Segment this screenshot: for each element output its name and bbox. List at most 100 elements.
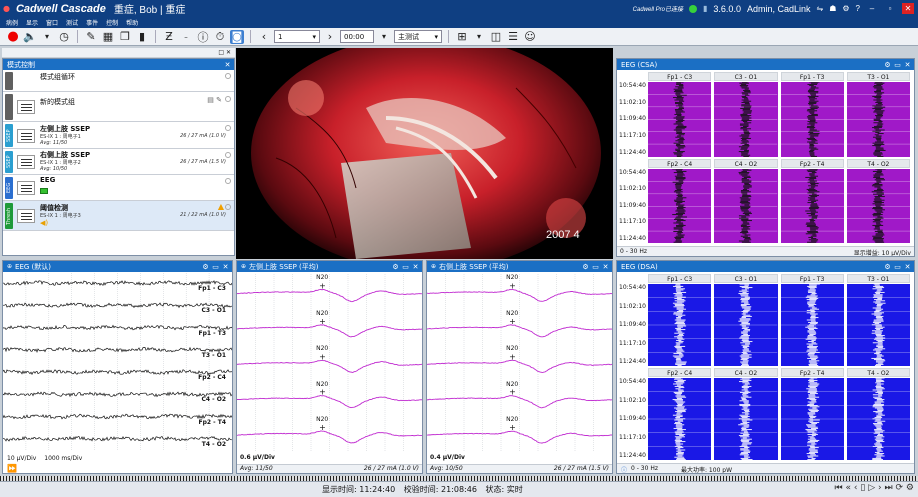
csa-channel-plot[interactable] <box>846 81 910 157</box>
n20-marker-icon[interactable]: + <box>509 423 516 432</box>
help-icon[interactable]: ? <box>856 4 860 13</box>
n20-marker-icon[interactable]: + <box>319 388 326 397</box>
mode-status-dot-icon[interactable] <box>225 178 231 184</box>
csa-channel-plot[interactable] <box>780 168 844 244</box>
close-panel-icon[interactable]: ✕ <box>412 263 419 271</box>
speaker-muted-icon[interactable]: 🔈 <box>23 30 37 44</box>
mode-status-dot-icon[interactable] <box>225 204 231 210</box>
csa-channel-plot[interactable] <box>780 81 844 157</box>
restore-icon[interactable]: ▭ <box>402 263 409 271</box>
step-back-icon[interactable]: ‹ <box>854 483 858 493</box>
history-clock-icon[interactable]: ◷ <box>57 30 71 44</box>
csa-channel-plot[interactable] <box>780 377 844 461</box>
settings-gear-icon[interactable]: ⚙ <box>582 263 589 271</box>
page-select[interactable]: 1 ▾ <box>274 30 320 43</box>
csa-channel-plot[interactable] <box>780 283 844 367</box>
mode-status-dot-icon[interactable] <box>225 125 231 131</box>
restore-icon[interactable]: ▭ <box>894 263 901 271</box>
settings-gear-icon[interactable]: ⚙ <box>884 61 891 69</box>
user-chat-icon[interactable]: ☺ <box>523 30 537 44</box>
menu-window[interactable]: 窗口 <box>46 18 58 27</box>
restore-icon[interactable]: ▭ <box>212 263 219 271</box>
mode-tools-icon[interactable]: ▤ ✎ <box>207 96 222 104</box>
stopwatch-icon[interactable]: ⏱ <box>213 30 227 44</box>
mode-row-cycle[interactable]: 模式组循环 <box>3 70 234 92</box>
n20-marker-icon[interactable]: + <box>319 423 326 432</box>
settings-gear-icon[interactable]: ⚙ <box>392 263 399 271</box>
info-icon[interactable]: ⓘ <box>196 30 210 44</box>
prev-page-icon[interactable]: ‹ <box>257 30 271 44</box>
close-window-icon[interactable]: ✕ <box>902 3 914 14</box>
mode-row-eeg[interactable]: EEG EEG <box>3 175 234 201</box>
csa-channel-plot[interactable] <box>714 283 778 367</box>
n20-marker-icon[interactable]: + <box>509 317 516 326</box>
dock-pin-icon[interactable]: □ ✕ <box>218 49 231 56</box>
mode-row-new-group[interactable]: 新的模式组 ▤ ✎ <box>3 92 234 122</box>
keyboard-icon[interactable]: ▦ <box>101 30 115 44</box>
fast-forward-icon[interactable]: ⏩ <box>7 464 17 473</box>
skip-start-icon[interactable]: ⏮ <box>835 483 843 493</box>
n20-marker-icon[interactable]: + <box>319 352 326 361</box>
settings-gear-icon[interactable]: ⚙ <box>884 263 891 271</box>
add-window-icon[interactable]: ⊞ <box>455 30 469 44</box>
layout-split-icon[interactable]: ◫ <box>489 30 503 44</box>
menu-case[interactable]: 病例 <box>6 18 18 27</box>
list-view-icon[interactable]: ☰ <box>506 30 520 44</box>
info-icon[interactable]: ⓘ <box>621 465 627 473</box>
menu-test[interactable]: 测试 <box>66 18 78 27</box>
settings-gear-icon[interactable]: ⚙ <box>202 263 209 271</box>
csa-channel-plot[interactable] <box>846 283 910 367</box>
minimize-icon[interactable]: – <box>866 3 878 14</box>
mode-row-threshold[interactable]: Thresh 阈值检测 ES-IX 1 : 周电子3 ◀) 21 / 22 mA… <box>3 201 234 231</box>
mode-status-dot-icon[interactable] <box>225 73 231 79</box>
camera-icon[interactable]: ◙ <box>230 29 244 44</box>
record-icon[interactable]: ● <box>6 29 20 44</box>
impedance-icon[interactable]: Ƶ <box>162 30 176 44</box>
menu-display[interactable]: 显示 <box>26 18 38 27</box>
restore-icon[interactable]: ▭ <box>592 263 599 271</box>
maximize-icon[interactable]: ▫ <box>884 3 896 14</box>
close-panel-icon[interactable]: ✕ <box>224 61 231 69</box>
network-icon[interactable]: ⇋ <box>817 4 824 13</box>
csa-channel-plot[interactable] <box>846 168 910 244</box>
play-icon[interactable]: ▷ <box>868 483 875 493</box>
rewind-icon[interactable]: « <box>846 483 852 493</box>
csa-channel-plot[interactable] <box>648 81 712 157</box>
time-dropdown-icon[interactable]: ▾ <box>377 30 391 44</box>
settings-gear-icon[interactable]: ⚙ <box>906 483 914 493</box>
restore-icon[interactable]: ▭ <box>894 61 901 69</box>
ssep-trace-area[interactable]: + + + + + <box>237 274 422 451</box>
surgical-video-panel[interactable]: 2007 4 <box>236 48 613 259</box>
speaker-icon[interactable]: ◀) <box>40 219 48 227</box>
n20-marker-icon[interactable]: + <box>319 281 326 290</box>
mode-status-dot-icon[interactable] <box>225 152 231 158</box>
edit-notes-icon[interactable]: ✎ <box>84 30 98 44</box>
menu-event[interactable]: 事件 <box>86 18 98 27</box>
csa-channel-plot[interactable] <box>714 377 778 461</box>
copy-windows-icon[interactable]: ❐ <box>118 30 132 44</box>
close-panel-icon[interactable]: ✕ <box>904 61 911 69</box>
amplifier-icon[interactable]: ▮ <box>135 30 149 44</box>
csa-channel-plot[interactable] <box>714 81 778 157</box>
close-panel-icon[interactable]: ✕ <box>904 263 911 271</box>
close-panel-icon[interactable]: ✕ <box>222 263 229 271</box>
csa-channel-plot[interactable] <box>846 377 910 461</box>
mode-row-right-ssep[interactable]: SSEP 右侧上肢 SSEP ES-IX 1 : 周电子2 Avg: 10/50… <box>3 149 234 175</box>
layout-dropdown-icon[interactable]: ▾ <box>472 30 486 44</box>
n20-marker-icon[interactable]: + <box>319 317 326 326</box>
step-forward-icon[interactable]: › <box>878 483 882 493</box>
ssep-trace-area[interactable]: + + + + + <box>427 274 612 451</box>
test-select[interactable]: 主测试 ▾ <box>394 30 442 43</box>
csa-channel-plot[interactable] <box>648 168 712 244</box>
csa-channel-plot[interactable] <box>648 283 712 367</box>
csa-channel-plot[interactable] <box>714 168 778 244</box>
users-icon[interactable]: ☗ <box>829 4 836 13</box>
n20-marker-icon[interactable]: + <box>509 281 516 290</box>
warning-icon[interactable]: ▲ <box>218 202 224 211</box>
playback-slider-icon[interactable]: ▯ <box>860 483 865 493</box>
menu-control[interactable]: 控制 <box>106 18 118 27</box>
next-page-icon[interactable]: › <box>323 30 337 44</box>
dropdown-arrow-icon[interactable]: ▾ <box>40 30 54 44</box>
n20-marker-icon[interactable]: + <box>509 352 516 361</box>
skip-end-icon[interactable]: ⏭ <box>885 483 893 493</box>
